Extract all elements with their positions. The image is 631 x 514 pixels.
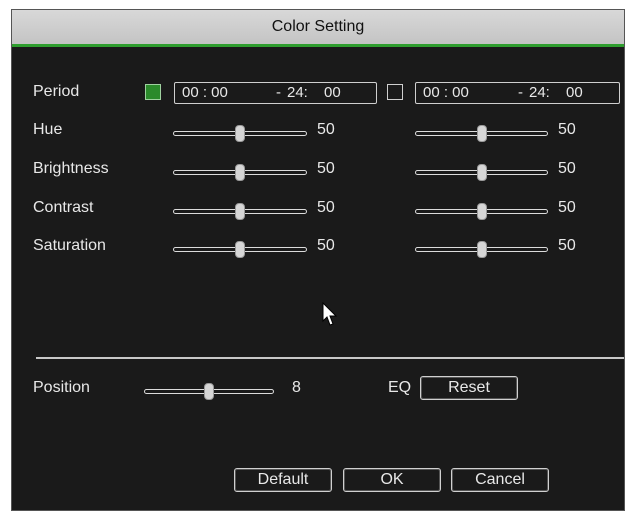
brightness-slider-period-1[interactable] xyxy=(173,163,307,183)
saturation-label: Saturation xyxy=(33,237,106,254)
contrast-value-period-1: 50 xyxy=(317,199,335,216)
period-1-dash: - xyxy=(276,84,281,101)
contrast-label: Contrast xyxy=(33,199,94,216)
saturation-value-period-1: 50 xyxy=(317,237,335,254)
slider-thumb[interactable] xyxy=(477,203,487,220)
section-divider xyxy=(36,357,624,359)
contrast-value-period-2: 50 xyxy=(558,199,576,216)
eq-label: EQ xyxy=(388,379,412,396)
hue-slider-period-2[interactable] xyxy=(415,124,548,144)
slider-thumb[interactable] xyxy=(235,203,245,220)
slider-thumb[interactable] xyxy=(235,125,245,142)
hue-value-period-1: 50 xyxy=(317,121,335,138)
ok-button[interactable]: OK xyxy=(343,468,441,492)
slider-thumb[interactable] xyxy=(477,125,487,142)
hue-value-period-2: 50 xyxy=(558,121,576,138)
cancel-button[interactable]: Cancel xyxy=(451,468,549,492)
slider-thumb[interactable] xyxy=(477,164,487,181)
brightness-label: Brightness xyxy=(33,160,109,177)
period-2-dash: - xyxy=(518,84,523,101)
period-1-end-hour[interactable]: 24: xyxy=(287,83,308,103)
period-1-end-minute[interactable]: 00 xyxy=(324,83,341,103)
period-1-checkbox[interactable] xyxy=(145,84,161,100)
slider-thumb[interactable] xyxy=(235,241,245,258)
hue-slider-period-1[interactable] xyxy=(173,124,307,144)
mouse-cursor-icon xyxy=(322,302,338,326)
period-2-end-minute[interactable]: 00 xyxy=(566,83,583,103)
saturation-value-period-2: 50 xyxy=(558,237,576,254)
brightness-value-period-1: 50 xyxy=(317,160,335,177)
slider-thumb[interactable] xyxy=(235,164,245,181)
brightness-value-period-2: 50 xyxy=(558,160,576,177)
saturation-slider-period-2[interactable] xyxy=(415,240,548,260)
saturation-slider-period-1[interactable] xyxy=(173,240,307,260)
period-2-start[interactable]: 00 : 00 xyxy=(423,83,469,103)
slider-thumb[interactable] xyxy=(477,241,487,258)
default-button[interactable]: Default xyxy=(234,468,332,492)
brightness-slider-period-2[interactable] xyxy=(415,163,548,183)
position-value: 8 xyxy=(292,379,301,396)
contrast-slider-period-2[interactable] xyxy=(415,202,548,222)
contrast-slider-period-1[interactable] xyxy=(173,202,307,222)
dialog-title[interactable]: Color Setting xyxy=(12,10,624,47)
period-label: Period xyxy=(33,83,80,100)
period-1-start[interactable]: 00 : 00 xyxy=(182,83,228,103)
eq-reset-button[interactable]: Reset xyxy=(420,376,518,400)
slider-thumb[interactable] xyxy=(204,383,214,400)
period-1-time-range[interactable]: 00 : 00 - 24: 00 xyxy=(174,82,377,104)
position-label: Position xyxy=(33,379,90,396)
period-2-end-hour[interactable]: 24: xyxy=(529,83,550,103)
color-setting-dialog: Color Setting Period 00 : 00 - 24: 00 00… xyxy=(11,9,625,511)
period-2-checkbox[interactable] xyxy=(387,84,403,100)
hue-label: Hue xyxy=(33,121,63,138)
position-slider[interactable] xyxy=(144,382,274,402)
period-2-time-range[interactable]: 00 : 00 - 24: 00 xyxy=(415,82,620,104)
